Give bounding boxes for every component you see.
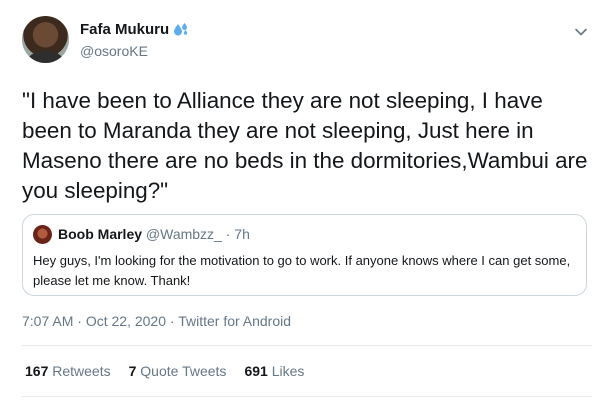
author-name-text: Fafa Mukuru [80, 21, 170, 38]
tweet-meta: 7:07 AM · Oct 22, 2020 · Twitter for And… [22, 313, 291, 329]
engagement-stats: 167 Retweets 7 Quote Tweets 691 Likes [25, 363, 304, 379]
likes-label: Likes [271, 363, 305, 379]
meta-separator: · [169, 313, 175, 329]
quoted-tweet-header: Boob Marley @Wambzz_ · 7h [58, 226, 250, 242]
tweet-card: Fafa Mukuru @osoroKE "I have been to All… [0, 0, 613, 401]
retweets-stat[interactable]: 167 Retweets [25, 363, 111, 379]
meta-separator: · [77, 313, 82, 329]
likes-count: 691 [244, 363, 268, 379]
retweets-count: 167 [25, 363, 49, 379]
quoted-author-avatar [33, 225, 52, 244]
author-info: Fafa Mukuru @osoroKE [80, 21, 189, 59]
author-handle[interactable]: @osoroKE [80, 43, 189, 59]
author-avatar[interactable] [22, 16, 69, 63]
quote-tweets-label: Quote Tweets [140, 363, 227, 379]
avatar-shirt [28, 51, 63, 63]
quoted-author-name: Boob Marley [58, 226, 143, 242]
tweet-text: "I have been to Alliance they are not sl… [22, 88, 588, 203]
author-display-name[interactable]: Fafa Mukuru [80, 21, 189, 38]
likes-stat[interactable]: 691 Likes [244, 363, 304, 379]
quoted-tweet-text: Hey guys, I'm looking for the motivation… [33, 253, 571, 288]
tweet-source[interactable]: Twitter for Android [178, 313, 291, 329]
tweet-time[interactable]: 7:07 AM [22, 313, 73, 329]
chevron-down-icon[interactable] [573, 24, 589, 40]
quote-tweets-count: 7 [128, 363, 137, 379]
quote-tweets-stat[interactable]: 7 Quote Tweets [129, 363, 227, 379]
divider [22, 345, 592, 346]
tweet-date[interactable]: Oct 22, 2020 [86, 313, 166, 329]
quoted-tweet[interactable]: Boob Marley @Wambzz_ · 7h Hey guys, I'm … [22, 214, 587, 296]
quoted-separator: · [225, 226, 231, 242]
quoted-time: 7h [234, 226, 250, 242]
retweets-label: Retweets [52, 363, 111, 379]
quoted-author-handle: @Wambzz_ [145, 226, 222, 242]
water-droplets-icon [174, 22, 188, 35]
divider [22, 396, 592, 397]
